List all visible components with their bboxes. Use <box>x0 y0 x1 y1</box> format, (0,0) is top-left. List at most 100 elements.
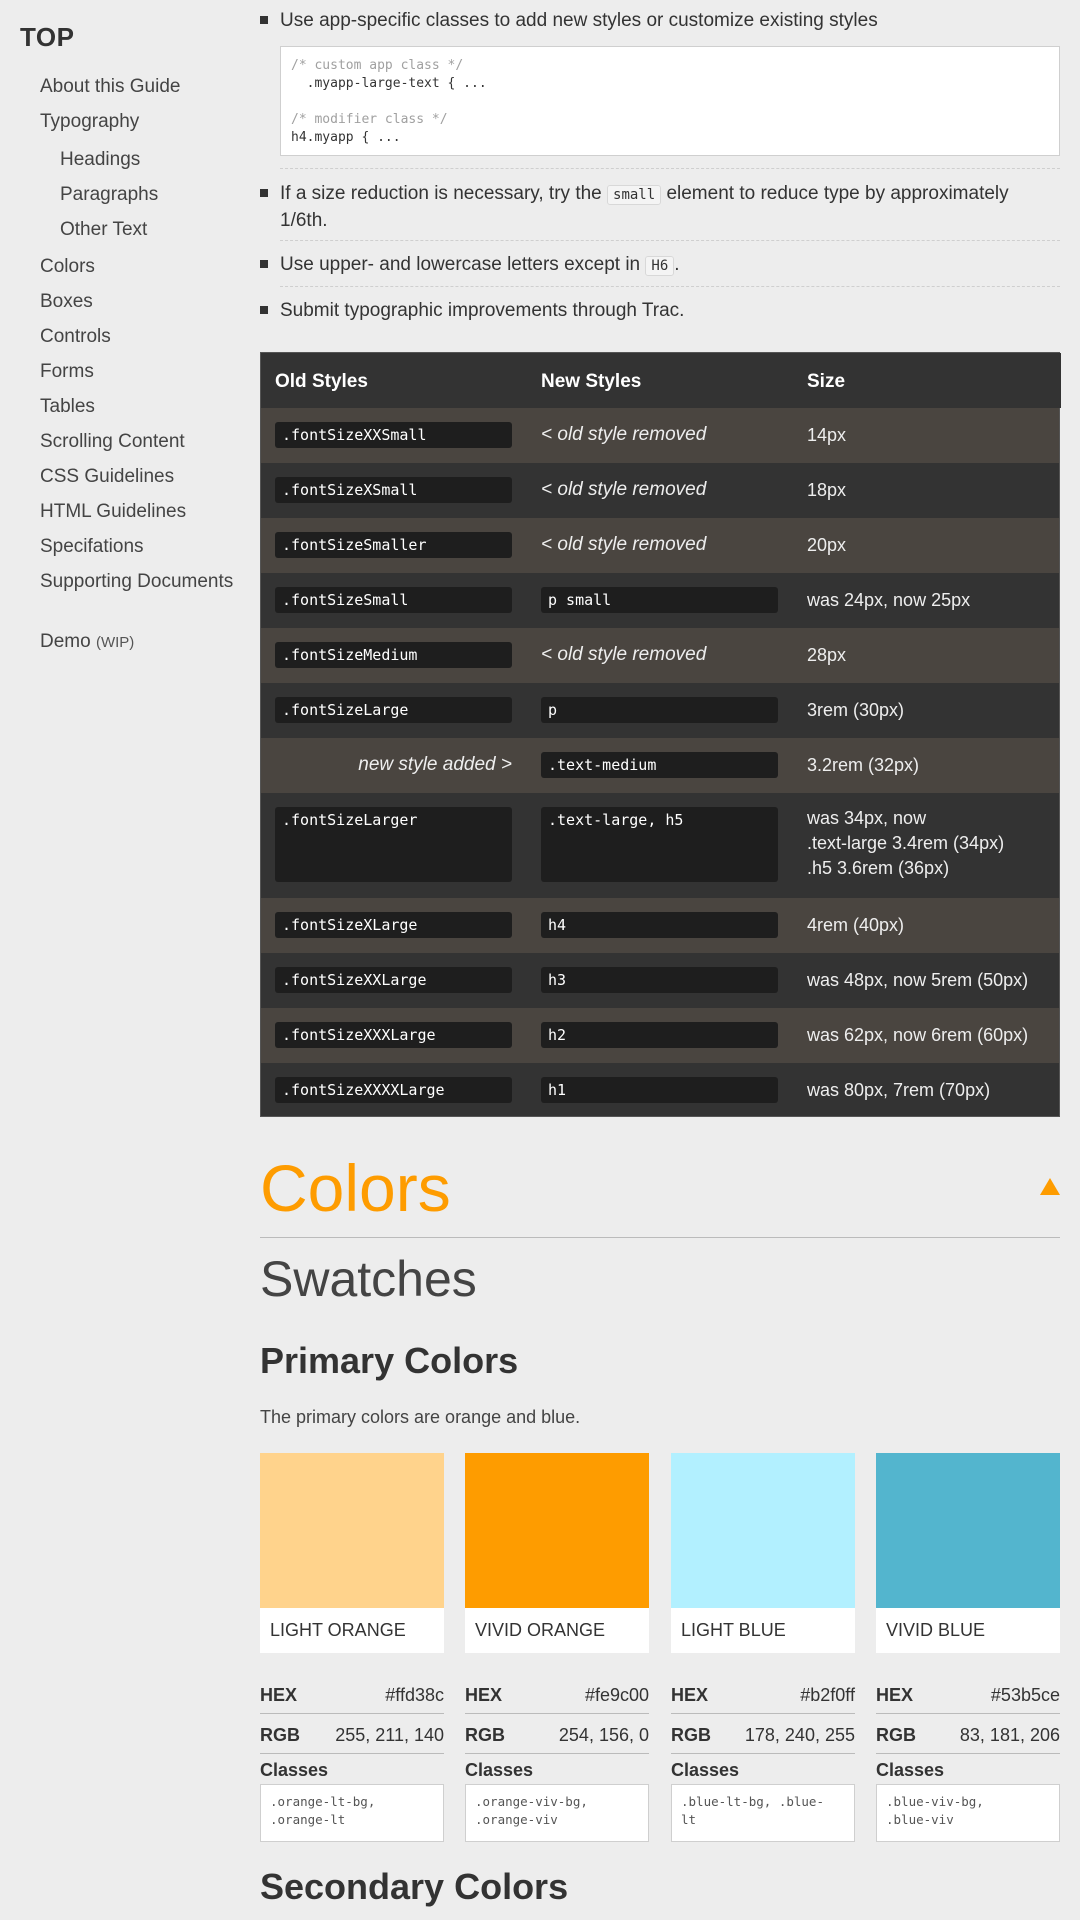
rgb-value: 83, 181, 206 <box>959 1725 1060 1745</box>
size-value: 28px <box>807 645 847 665</box>
list-item: Use app-specific classes to add new styl… <box>260 8 1060 158</box>
rgb-row: RGB 255, 211, 140 <box>260 1725 444 1749</box>
classes-code: .orange-viv-bg, .orange-viv <box>465 1784 649 1842</box>
list-item: If a size reduction is necessary, try th… <box>260 181 1060 231</box>
swatch-color <box>260 1453 444 1608</box>
code-line: .myapp-large-text { ... <box>291 76 487 91</box>
hex-label: HEX <box>260 1685 298 1705</box>
inline-code: H6 <box>645 256 675 276</box>
bullet-text: Use app-specific classes to add new styl… <box>280 10 878 31</box>
sidebar-item-html-guidelines[interactable]: HTML Guidelines <box>40 501 186 523</box>
class-line: .blue-viv-bg, <box>886 1794 984 1809</box>
sidebar-item-supporting-documents[interactable]: Supporting Documents <box>40 571 233 593</box>
new-style-code: h4 <box>541 912 778 938</box>
class-line: .blue-viv <box>886 1812 954 1827</box>
heading-secondary-colors: Secondary Colors <box>260 1866 569 1907</box>
sidebar-item-colors[interactable]: Colors <box>40 256 95 278</box>
size-value: 14px <box>807 425 847 445</box>
divider <box>876 1713 1060 1714</box>
class-line: .orange-viv-bg, <box>475 1794 588 1809</box>
rgb-label: RGB <box>671 1725 711 1745</box>
swatch-name: VIVID ORANGE <box>465 1608 649 1653</box>
divider <box>280 168 1060 169</box>
sidebar-item-demo[interactable]: Demo (WIP) <box>40 631 134 653</box>
new-style-code: .text-medium <box>541 752 778 778</box>
list-item: Submit typographic improvements through … <box>260 298 1060 328</box>
hex-value: #53b5ce <box>990 1685 1060 1705</box>
swatch-card: LIGHT BLUE HEX #b2f0ff RGB 178, 240, 255… <box>671 1453 855 1842</box>
old-style-note: new style added > <box>358 754 512 775</box>
hex-label: HEX <box>671 1685 709 1705</box>
old-style-code: .fontSizeXXLarge <box>275 967 512 993</box>
sidebar-item-tables[interactable]: Tables <box>40 396 95 418</box>
back-to-top-arrow-icon[interactable] <box>1040 1178 1060 1195</box>
divider <box>876 1753 1060 1754</box>
sidebar-item-forms[interactable]: Forms <box>40 361 94 383</box>
old-style-code: .fontSizeLarge <box>275 697 512 723</box>
hex-label: HEX <box>465 1685 503 1705</box>
bullet-text: Use upper- and lowercase letters except … <box>280 252 680 279</box>
bullet-icon <box>260 260 268 268</box>
rgb-row: RGB 178, 240, 255 <box>671 1725 855 1749</box>
sidebar-item-typography[interactable]: Typography <box>40 111 139 133</box>
old-style-code: .fontSizeMedium <box>275 642 512 668</box>
table-row: .fontSizeXXXXLarge h1 was 80px, 7rem (70… <box>261 1063 1059 1116</box>
text-segment: Use upper- and lowercase letters except … <box>280 254 646 275</box>
class-line: .orange-viv <box>475 1812 558 1827</box>
sidebar-item-about[interactable]: About this Guide <box>40 76 180 98</box>
code-line: h4.myapp { ... <box>291 130 401 145</box>
sidebar-item-controls[interactable]: Controls <box>40 326 111 348</box>
sidebar-item-scrolling-content[interactable]: Scrolling Content <box>40 431 185 453</box>
text-segment: element to reduce type by approximately <box>661 183 1009 204</box>
bullet-text: Submit typographic improvements through … <box>280 300 685 321</box>
list-item: Use upper- and lowercase letters except … <box>260 252 1060 282</box>
sidebar-item-specifations[interactable]: Specifations <box>40 536 144 558</box>
old-style-code: .fontSizeXXSmall <box>275 422 512 448</box>
inline-code: small <box>607 185 662 205</box>
style-mapping-table: Old Styles New Styles Size .fontSizeXXSm… <box>260 352 1061 1117</box>
divider <box>260 1753 444 1754</box>
table-row: .fontSizeSmall p small was 24px, now 25p… <box>261 573 1059 628</box>
text-segment: . <box>674 254 680 275</box>
column-header-size: Size <box>807 371 846 392</box>
section-heading-colors: Colors <box>260 1151 451 1225</box>
hex-row: HEX #ffd38c <box>260 1685 444 1709</box>
classes-code: .orange-lt-bg, .orange-lt <box>260 1784 444 1842</box>
table-row: .fontSizeLarge p 3rem (30px) <box>261 683 1059 738</box>
table-row: .fontSizeXLarge h4 4rem (40px) <box>261 898 1059 953</box>
size-value: was 80px, 7rem (70px) <box>807 1080 991 1100</box>
sidebar-item-boxes[interactable]: Boxes <box>40 291 93 313</box>
swatch-card: VIVID ORANGE HEX #fe9c00 RGB 254, 156, 0… <box>465 1453 649 1842</box>
sidebar-item-css-guidelines[interactable]: CSS Guidelines <box>40 466 174 488</box>
column-header-new: New Styles <box>541 371 642 392</box>
sidebar-item-paragraphs[interactable]: Paragraphs <box>60 184 158 206</box>
divider <box>260 1237 1060 1238</box>
hex-value: #fe9c00 <box>584 1685 649 1705</box>
bullet-icon <box>260 16 268 24</box>
divider <box>260 1713 444 1714</box>
classes-label: Classes <box>876 1760 945 1780</box>
column-header-old: Old Styles <box>275 371 368 392</box>
old-style-code: .fontSizeSmall <box>275 587 512 613</box>
divider <box>465 1753 649 1754</box>
sidebar-item-headings[interactable]: Headings <box>60 149 140 171</box>
size-value: was 24px, now 25px <box>807 590 971 610</box>
sidebar-item-other-text[interactable]: Other Text <box>60 219 147 241</box>
code-line: /* modifier class */ <box>291 112 448 127</box>
heading-primary-colors: Primary Colors <box>260 1340 519 1381</box>
size-line: .text-large 3.4rem (34px) <box>807 833 1005 853</box>
rgb-label: RGB <box>260 1725 300 1745</box>
old-style-code: .fontSizeSmaller <box>275 532 512 558</box>
new-style-note: < old style removed <box>541 534 707 555</box>
size-value: 18px <box>807 480 847 500</box>
hex-value: #b2f0ff <box>800 1685 855 1705</box>
primary-colors-description: The primary colors are orange and blue. <box>260 1407 581 1427</box>
new-style-note: < old style removed <box>541 424 707 445</box>
class-line: .orange-lt <box>270 1812 346 1827</box>
wip-badge: (WIP) <box>95 634 135 651</box>
old-style-code: .fontSizeLarger <box>275 807 512 882</box>
size-value: 20px <box>807 535 847 555</box>
new-style-code: h3 <box>541 967 778 993</box>
top-link[interactable]: TOP <box>20 22 74 53</box>
swatch-color <box>876 1453 1060 1608</box>
